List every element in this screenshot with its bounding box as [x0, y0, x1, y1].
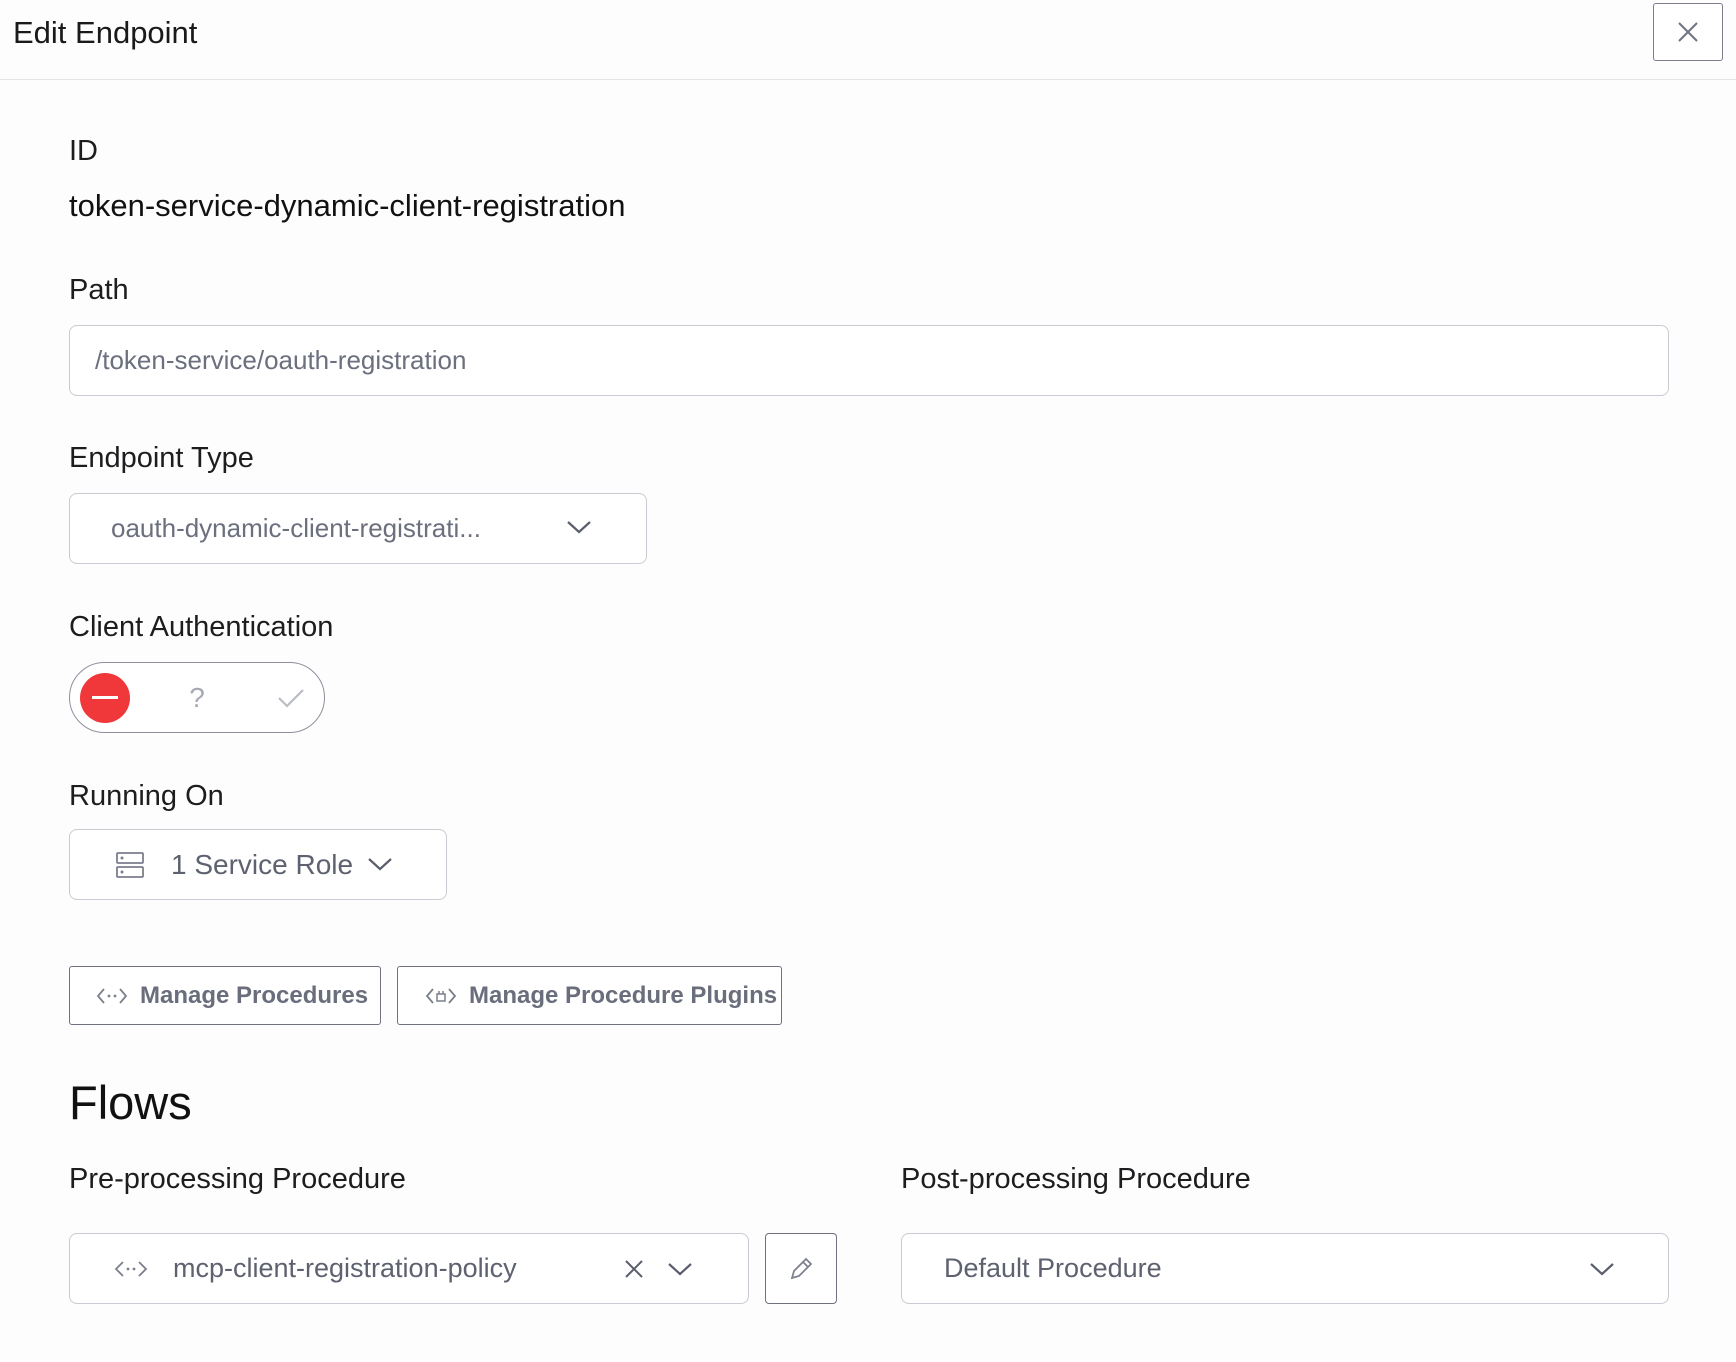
- manage-procedures-button[interactable]: Manage Procedures: [69, 966, 381, 1025]
- close-icon: [1678, 22, 1698, 42]
- clear-icon[interactable]: [624, 1259, 644, 1279]
- dialog-header: Edit Endpoint: [0, 0, 1736, 80]
- manage-procedures-label: Manage Procedures: [140, 981, 369, 1009]
- client-auth-disabled-option[interactable]: [80, 673, 130, 723]
- endpoint-type-label: Endpoint Type: [69, 442, 254, 474]
- post-processing-label: Post-processing Procedure: [901, 1163, 1251, 1195]
- client-auth-toggle[interactable]: ?: [69, 662, 325, 733]
- minus-icon: [92, 696, 118, 699]
- id-value: token-service-dynamic-client-registratio…: [69, 188, 626, 223]
- server-icon: [116, 851, 144, 878]
- id-label: ID: [69, 135, 98, 167]
- question-mark-icon: ?: [189, 682, 205, 713]
- check-icon: [278, 689, 304, 708]
- chevron-down-icon: [567, 521, 591, 534]
- running-on-select[interactable]: 1 Service Role: [69, 829, 447, 900]
- close-button[interactable]: [1653, 3, 1723, 61]
- code-icon: [114, 1260, 148, 1277]
- chevron-down-icon: [368, 858, 392, 871]
- client-auth-enabled-option[interactable]: [266, 673, 316, 723]
- pre-processing-label: Pre-processing Procedure: [69, 1163, 406, 1195]
- pre-processing-value: mcp-client-registration-policy: [173, 1253, 517, 1283]
- post-processing-value: Default Procedure: [944, 1253, 1162, 1283]
- pencil-icon: [790, 1257, 813, 1279]
- pre-processing-select[interactable]: mcp-client-registration-policy: [69, 1233, 749, 1304]
- client-auth-unset-option[interactable]: ?: [172, 673, 222, 723]
- chevron-down-icon: [1590, 1263, 1614, 1276]
- path-label: Path: [69, 274, 129, 306]
- client-auth-label: Client Authentication: [69, 611, 334, 643]
- manage-procedure-plugins-button[interactable]: Manage Procedure Plugins: [397, 966, 782, 1025]
- dialog-title: Edit Endpoint: [13, 15, 198, 50]
- post-processing-select[interactable]: Default Procedure: [901, 1233, 1669, 1304]
- manage-procedure-plugins-label: Manage Procedure Plugins: [469, 981, 778, 1009]
- code-icon: [96, 987, 128, 1004]
- running-on-label: Running On: [69, 780, 224, 812]
- endpoint-type-select[interactable]: oauth-dynamic-client-registrati...: [69, 493, 647, 564]
- path-input-value: /token-service/oauth-registration: [95, 345, 467, 375]
- flows-title: Flows: [69, 1076, 192, 1129]
- chevron-down-icon: [668, 1263, 692, 1276]
- path-input[interactable]: /token-service/oauth-registration: [69, 325, 1669, 396]
- edit-procedure-button[interactable]: [765, 1233, 837, 1304]
- plugin-code-icon: [425, 987, 457, 1004]
- running-on-value: 1 Service Role: [171, 848, 354, 880]
- endpoint-type-value: oauth-dynamic-client-registrati...: [111, 513, 481, 543]
